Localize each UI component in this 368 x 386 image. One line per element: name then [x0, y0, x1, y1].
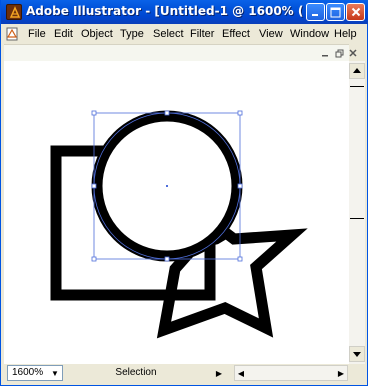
menu-select[interactable]: Select [153, 28, 184, 40]
scroll-up-button[interactable] [349, 63, 365, 79]
selection-handle [164, 110, 170, 116]
scroll-right-icon[interactable]: ▶ [334, 366, 348, 380]
title-bar[interactable]: Adobe Illustrator - [Untitled-1 @ 1600% … [1, 0, 368, 24]
menu-window[interactable]: Window [290, 28, 329, 40]
vertical-ruler-tick [350, 86, 364, 87]
menu-effect[interactable]: Effect [222, 28, 250, 40]
illustrator-window: Adobe Illustrator - [Untitled-1 @ 1600% … [0, 0, 368, 386]
scroll-down-button[interactable] [349, 346, 365, 362]
horizontal-scrollbar[interactable]: ◀ ▶ [234, 365, 348, 381]
illustrator-app-icon[interactable] [6, 4, 22, 20]
doc-restore-icon[interactable] [332, 46, 346, 60]
minimize-icon [312, 13, 318, 16]
zoom-level: 1600% [12, 367, 44, 378]
menu-help[interactable]: Help [334, 28, 357, 40]
menu-type[interactable]: Type [120, 28, 144, 40]
document-icon[interactable] [5, 27, 19, 41]
scroll-left-icon[interactable]: ◀ [234, 366, 248, 380]
selection-handle [91, 183, 97, 189]
selection-handle [237, 110, 243, 116]
selection-handle [91, 256, 97, 262]
status-bar: 1600% ▼ Selection ▶ ◀ ▶ [4, 364, 365, 382]
artwork [50, 110, 308, 339]
menu-object[interactable]: Object [81, 28, 113, 40]
document-toolbar-strip [4, 44, 357, 61]
maximize-button[interactable] [326, 3, 345, 21]
maximize-icon [330, 7, 341, 17]
status-tool-label: Selection [115, 367, 157, 378]
vertical-ruler-tick [350, 218, 364, 219]
center-point [166, 185, 168, 187]
arrow-up-icon [353, 68, 361, 73]
arrow-down-icon [353, 352, 361, 357]
dropdown-arrow-icon[interactable]: ▼ [48, 366, 62, 380]
selection-handle [164, 256, 170, 262]
vertical-scrollbar[interactable] [349, 61, 365, 364]
menu-filter[interactable]: Filter [190, 28, 214, 40]
close-button[interactable] [346, 3, 365, 21]
menu-view[interactable]: View [259, 28, 283, 40]
menu-file[interactable]: File [28, 28, 46, 40]
menu-bar: File Edit Object Type Select Filter Effe… [1, 24, 367, 44]
doc-close-icon[interactable] [346, 46, 360, 60]
zoom-dropdown[interactable]: 1600% ▼ [7, 365, 63, 381]
close-icon [351, 7, 360, 17]
selection-handle [91, 110, 97, 116]
minimize-button[interactable] [306, 3, 325, 21]
menu-edit[interactable]: Edit [54, 28, 73, 40]
selection-handle [237, 183, 243, 189]
selection-handle [237, 256, 243, 262]
doc-minimize-icon[interactable] [318, 46, 332, 60]
artboard-canvas[interactable] [4, 61, 349, 364]
window-title: Adobe Illustrator - [Untitled-1 @ 1600% … [26, 4, 304, 18]
status-menu-arrow-icon[interactable]: ▶ [212, 366, 226, 380]
